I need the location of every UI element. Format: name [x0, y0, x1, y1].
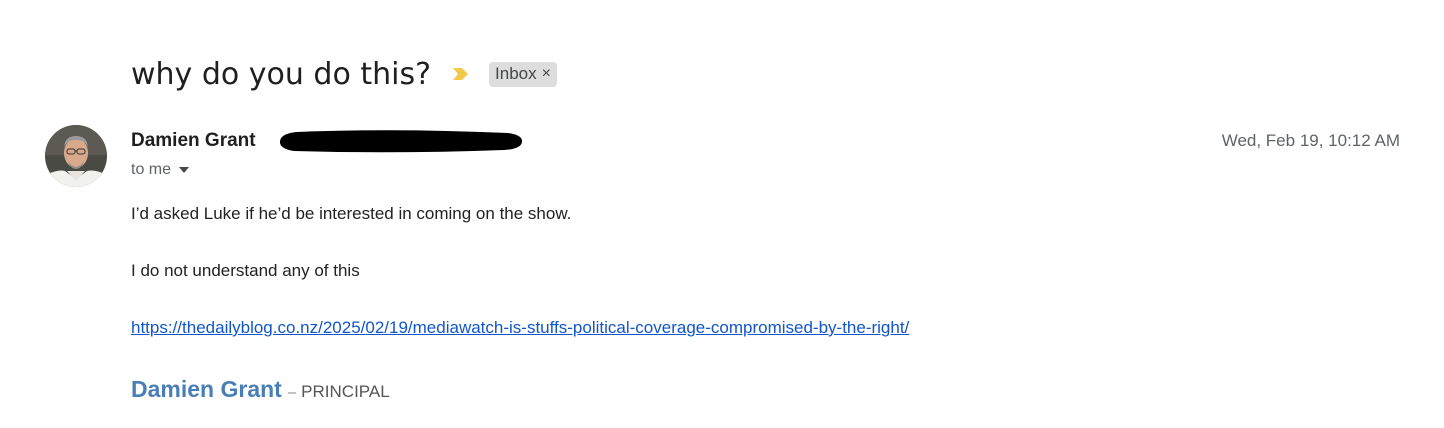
email-signature: Damien Grant – PRINCIPAL — [131, 376, 390, 403]
inbox-label-chip: Inbox × — [489, 61, 557, 87]
signature-dash: – — [287, 384, 297, 401]
label-name: Inbox — [495, 64, 537, 83]
body-line: I’d asked Luke if he’d be interested in … — [131, 204, 572, 223]
email-subject: why do you do this? — [131, 56, 432, 92]
caret-down-icon — [179, 167, 190, 173]
email-timestamp: Wed, Feb 19, 10:12 AM — [1221, 131, 1400, 150]
recipients-dropdown[interactable]: to me — [131, 161, 190, 179]
subject-row: why do you do this? Inbox × — [131, 50, 557, 98]
sender-avatar[interactable] — [45, 125, 107, 187]
article-link[interactable]: https://thedailyblog.co.nz/2025/02/19/me… — [131, 318, 909, 338]
importance-marker-icon[interactable] — [451, 64, 471, 84]
signature-name: Damien Grant — [131, 376, 282, 402]
sender-name[interactable]: Damien Grant — [131, 130, 256, 152]
remove-label-icon[interactable]: × — [542, 65, 551, 83]
recipients-label: to me — [131, 161, 172, 178]
body-line: I do not understand any of this — [131, 261, 360, 280]
redacted-sender-address — [276, 127, 524, 155]
signature-title: PRINCIPAL — [301, 382, 390, 401]
